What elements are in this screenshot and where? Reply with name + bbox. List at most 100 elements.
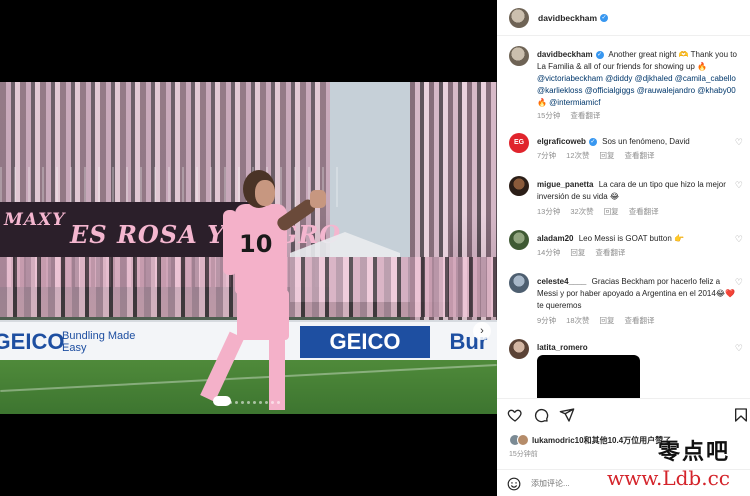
verified-icon: ✓: [588, 137, 597, 146]
caption-avatar[interactable]: [509, 46, 529, 66]
likes-username[interactable]: lukamodric10: [532, 436, 584, 445]
comment-likes[interactable]: 18次赞: [566, 315, 589, 326]
comment-body: elgraficoweb ✓ Sos un fenómeno, David: [537, 136, 737, 148]
comment-likes[interactable]: 32次赞: [570, 206, 593, 217]
author-username[interactable]: davidbeckham ✓: [538, 13, 609, 23]
comment-like-icon[interactable]: ♡: [735, 180, 743, 191]
post-media-area: MAXY ES ROSA Y NEGRO GEICO Bundling Made…: [0, 0, 497, 496]
caption-username-text[interactable]: davidbeckham: [537, 50, 593, 59]
player-fist: [310, 190, 326, 208]
comment-username[interactable]: elgraficoweb ✓: [537, 137, 597, 146]
comment-item: aladam20 Leo Messi is GOAT button 👉 14分钟…: [509, 230, 745, 260]
bookmark-icon[interactable]: [733, 407, 749, 423]
player-figure: 10: [200, 170, 326, 410]
verified-icon: ✓: [600, 14, 609, 23]
comment-meta: 13分钟 32次赞 回复 查看翻译: [537, 206, 659, 217]
comment-avatar[interactable]: EG: [509, 133, 529, 153]
comment-body: migue_panetta La cara de un tipo que hiz…: [537, 179, 737, 203]
comment-avatar[interactable]: [509, 230, 529, 250]
carousel-dot: [223, 401, 226, 404]
post-header: davidbeckham ✓: [497, 0, 750, 36]
caption-body: davidbeckham ✓ Another great night 🫶 Than…: [537, 49, 737, 109]
caption-username[interactable]: davidbeckham ✓: [537, 50, 604, 59]
comment-reply[interactable]: 回复: [570, 247, 585, 258]
caption-meta: 15分钟 查看翻译: [537, 110, 600, 121]
jersey-number: 10: [239, 230, 273, 258]
comment-username[interactable]: celeste4____: [537, 277, 586, 286]
comment-translate[interactable]: 查看翻译: [625, 150, 655, 161]
carousel-dots: [217, 401, 280, 404]
comment-text: Leo Messi is GOAT button 👉: [578, 234, 684, 243]
carousel-dot: [241, 401, 244, 404]
carousel-dot: [247, 401, 250, 404]
comment-reply[interactable]: 回复: [600, 150, 615, 161]
comment-translate[interactable]: 查看翻译: [625, 315, 655, 326]
comment-meta: 14分钟 回复 查看翻译: [537, 247, 625, 258]
player-face: [255, 180, 275, 206]
post-photo[interactable]: MAXY ES ROSA Y NEGRO GEICO Bundling Made…: [0, 82, 497, 414]
comment-item: celeste4____ Gracias Beckham por hacerlo…: [509, 273, 745, 329]
emoji-icon[interactable]: [507, 477, 521, 491]
comment-like-icon[interactable]: ♡: [735, 277, 743, 288]
author-avatar[interactable]: [509, 7, 529, 28]
carousel-dot: [217, 401, 220, 404]
comment-meta: 9分钟 18次赞 回复 查看翻译: [537, 315, 655, 326]
comment-translate[interactable]: 查看翻译: [629, 206, 659, 217]
comment-username[interactable]: aladam20: [537, 234, 573, 243]
watermark-cn: 零点吧: [657, 439, 730, 465]
player-leg-right: [269, 335, 285, 410]
player-shorts: [237, 290, 289, 340]
banner-text-1: MAXY: [4, 210, 66, 230]
comment-like-icon[interactable]: ♡: [735, 234, 743, 245]
share-icon[interactable]: [559, 407, 575, 423]
comment-item: EG elgraficoweb ✓ Sos un fenómeno, David …: [509, 133, 745, 163]
carousel-dot: [259, 401, 262, 404]
comment-body: aladam20 Leo Messi is GOAT button 👉: [537, 233, 737, 245]
comment-likes[interactable]: 12次赞: [566, 150, 589, 161]
carousel-dot: [277, 401, 280, 404]
comment-text: Sos un fenómeno, David: [602, 137, 690, 146]
comment-username-text[interactable]: elgraficoweb: [537, 137, 586, 146]
ad-geico-1: GEICO: [0, 329, 65, 354]
comment-reply[interactable]: 回复: [604, 206, 619, 217]
carousel-dot: [235, 401, 238, 404]
comment-body: celeste4____ Gracias Beckham por hacerlo…: [537, 276, 737, 312]
carousel-dot: [253, 401, 256, 404]
comment-username[interactable]: latita_romero: [537, 343, 588, 352]
carousel-dot: [229, 401, 232, 404]
comment-username[interactable]: migue_panetta: [537, 180, 593, 189]
player-leg-left: [200, 331, 245, 402]
caption-time: 15分钟: [537, 111, 561, 120]
comment-like-icon[interactable]: ♡: [735, 343, 743, 354]
comment-time: 9分钟: [537, 316, 557, 325]
comment-avatar[interactable]: [509, 176, 529, 196]
like-heart-icon[interactable]: [507, 407, 523, 423]
comment-thread[interactable]: davidbeckham ✓ Another great night 🫶 Than…: [497, 36, 750, 398]
watermark-url: www.Ldb.cc: [607, 466, 730, 490]
carousel-dot: [265, 401, 268, 404]
comment-reply[interactable]: 回复: [600, 315, 615, 326]
author-username-text[interactable]: davidbeckham: [538, 13, 597, 23]
caption-row: davidbeckham ✓ Another great night 🫶 Than…: [509, 46, 745, 120]
carousel-dot: [271, 401, 274, 404]
comment-translate[interactable]: 查看翻译: [595, 247, 625, 258]
comment-meta: 7分钟 12次赞 回复 查看翻译: [537, 150, 655, 161]
post-sidebar: davidbeckham ✓ davidbeckham ✓ Another grea…: [497, 0, 750, 496]
caption-translate-link[interactable]: 查看翻译: [570, 110, 600, 121]
comment-media-thumbnail[interactable]: [537, 355, 640, 398]
comment-time: 13分钟: [537, 207, 561, 216]
comment-avatar[interactable]: [509, 339, 529, 359]
comment-item: migue_panetta La cara de un tipo que hiz…: [509, 176, 745, 220]
post-time: 15分钟前: [509, 451, 538, 458]
verified-icon: ✓: [595, 50, 604, 59]
watermark: 零点吧 www.Ldb.cc: [607, 434, 730, 490]
comment-time: 7分钟: [537, 151, 557, 160]
comment-time: 14分钟: [537, 248, 561, 257]
comment-icon[interactable]: [533, 407, 549, 423]
next-photo-button[interactable]: ›: [473, 322, 491, 340]
ad-bundling: Bundling Made Easy: [62, 330, 136, 354]
comment-avatar[interactable]: [509, 273, 529, 293]
comment-like-icon[interactable]: ♡: [735, 137, 743, 148]
liker-avatar: [517, 434, 529, 446]
caption-tags[interactable]: @victoriabeckham @diddy @djkhaled @camil…: [537, 74, 736, 107]
